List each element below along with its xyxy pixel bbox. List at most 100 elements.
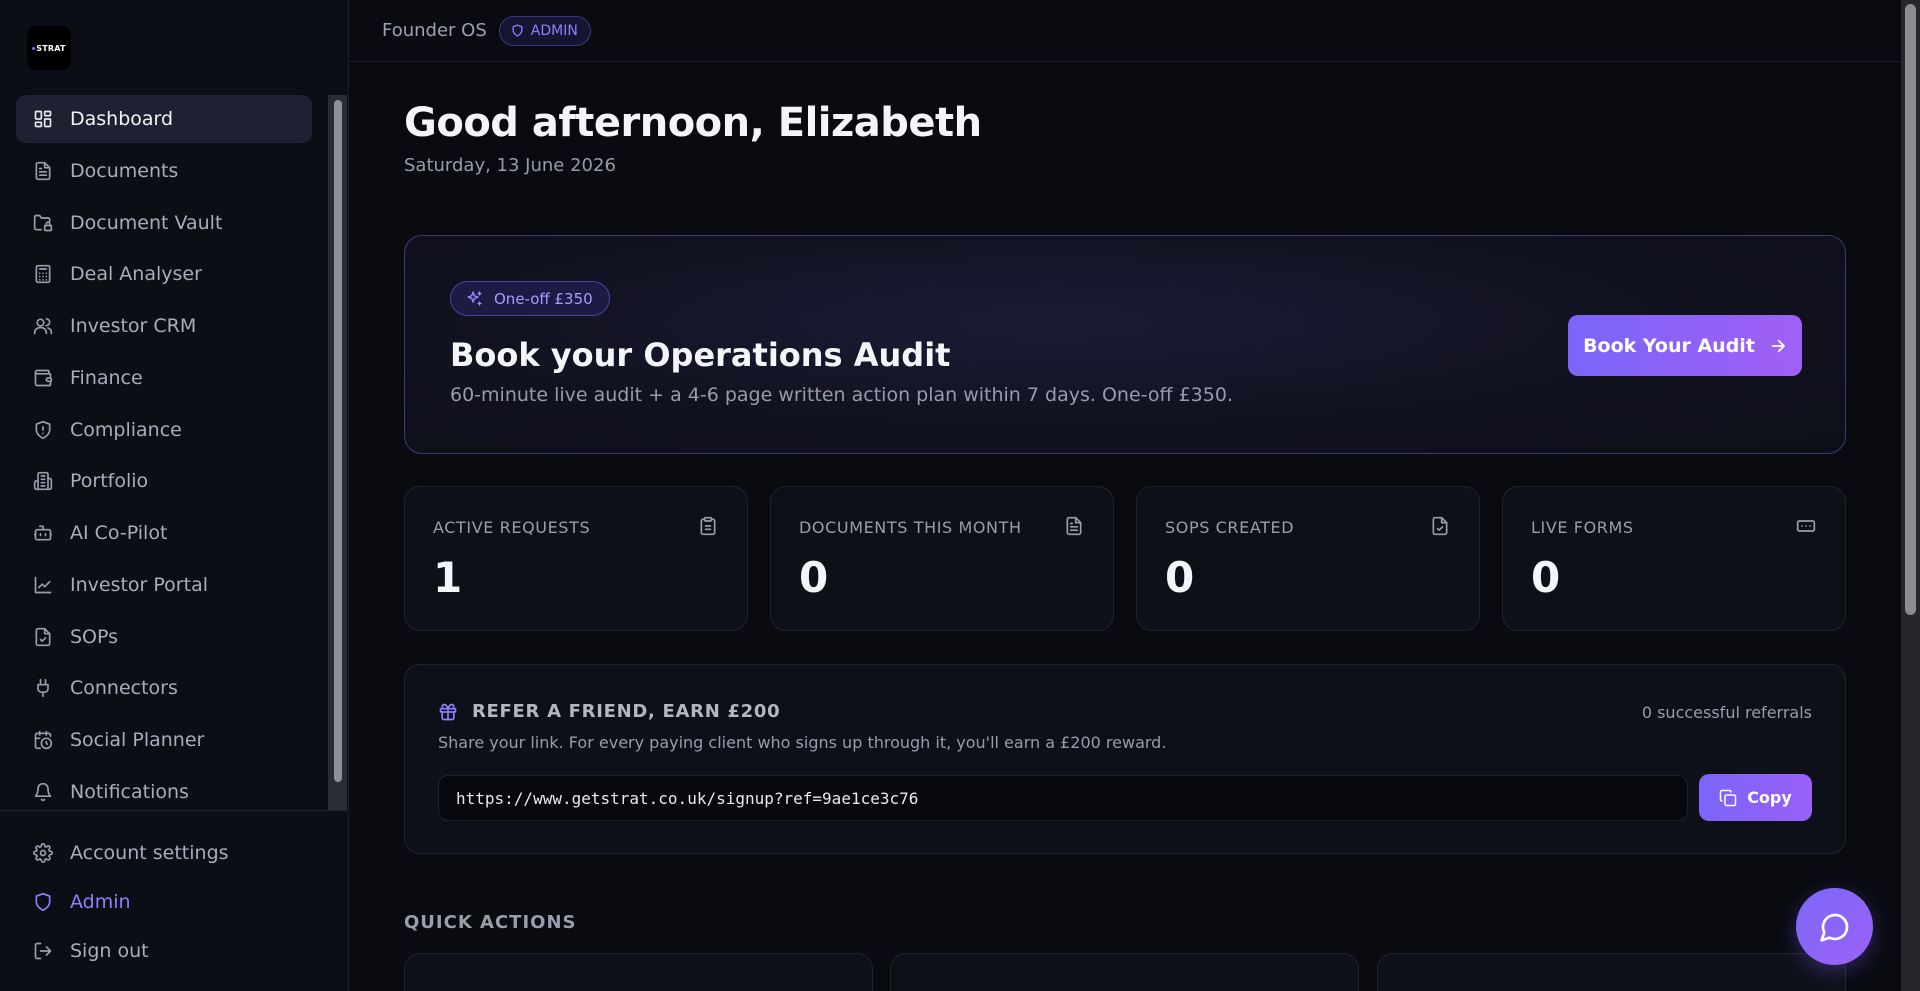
current-date: Saturday, 13 June 2026: [404, 155, 616, 176]
sidebar-item-label: Finance: [70, 366, 143, 389]
logo-dot: [32, 46, 36, 50]
document-icon: [1064, 516, 1084, 536]
sidebar-item-label: SOPs: [70, 625, 119, 648]
page-scrollbar-thumb[interactable]: [1905, 4, 1916, 615]
dashboard-icon: [33, 109, 53, 129]
plug-icon: [33, 678, 53, 698]
form-input-icon: [1796, 516, 1816, 536]
sidebar-item-deal-analyser[interactable]: Deal Analyser: [16, 250, 312, 298]
offer-badge-label: One-off £350: [494, 289, 593, 308]
sidebar-item-investor-portal[interactable]: Investor Portal: [16, 561, 312, 609]
stat-value: 1: [433, 553, 463, 602]
document-icon: [33, 161, 53, 181]
book-audit-label: Book Your Audit: [1583, 334, 1755, 357]
offer-badge: One-off £350: [450, 281, 610, 316]
sidebar-item-label: AI Co-Pilot: [70, 522, 168, 544]
sidebar-item-admin[interactable]: Admin: [16, 877, 316, 926]
stat-card-documents-this-month: DOCUMENTS THIS MONTH 0: [770, 486, 1114, 631]
sidebar-item-portfolio[interactable]: Portfolio: [16, 457, 312, 505]
shield-icon: [33, 892, 53, 912]
stat-value: 0: [799, 553, 829, 602]
sidebar-item-label: Dashboard: [70, 108, 174, 130]
quick-action-card[interactable]: [1377, 953, 1846, 991]
app-title: Founder OS: [382, 20, 487, 41]
sidebar-item-compliance[interactable]: Compliance: [16, 406, 312, 454]
referral-description: Share your link. For every paying client…: [438, 733, 1167, 752]
top-bar: Founder OS ADMIN: [349, 0, 1901, 62]
copy-link-button[interactable]: Copy: [1699, 774, 1812, 821]
calculator-icon: [33, 264, 53, 284]
stat-label: LIVE FORMS: [1531, 518, 1634, 537]
audit-description: 60-minute live audit + a 4-6 page writte…: [450, 384, 1233, 406]
sidebar-item-label: Documents: [70, 159, 179, 182]
sidebar-item-label: Deal Analyser: [70, 263, 202, 286]
gift-icon: [438, 702, 458, 722]
sidebar-item-account-settings[interactable]: Account settings: [16, 828, 316, 877]
sidebar-item-notifications[interactable]: Notifications: [16, 768, 312, 816]
referral-link-field[interactable]: https://www.getstrat.co.uk/signup?ref=9a…: [438, 775, 1688, 821]
line-chart-icon: [33, 575, 53, 595]
sparkles-icon: [466, 290, 483, 307]
stat-label: DOCUMENTS THIS MONTH: [799, 518, 1022, 537]
sidebar-item-label: Account settings: [70, 841, 229, 864]
copy-label: Copy: [1747, 788, 1792, 807]
sidebar-item-documents[interactable]: Documents: [16, 147, 312, 195]
folder-lock-icon: [33, 213, 53, 233]
referral-count: 0 successful referrals: [1641, 703, 1812, 722]
gear-icon: [33, 842, 53, 863]
role-badge-label: ADMIN: [530, 22, 578, 39]
copy-icon: [1719, 789, 1737, 807]
sidebar-item-document-vault[interactable]: Document Vault: [16, 199, 312, 247]
sidebar-item-ai-co-pilot[interactable]: AI Co-Pilot: [16, 509, 312, 557]
quick-action-card[interactable]: [404, 953, 873, 991]
sidebar-item-dashboard[interactable]: Dashboard: [16, 95, 312, 143]
sidebar-item-label: Compliance: [70, 418, 182, 441]
bot-icon: [33, 523, 53, 543]
building-icon: [33, 471, 53, 491]
referral-title: REFER A FRIEND, EARN £200: [472, 701, 781, 722]
referral-header: REFER A FRIEND, EARN £200: [438, 701, 780, 722]
users-icon: [33, 316, 53, 336]
sidebar-item-sops[interactable]: SOPs: [16, 613, 312, 661]
sidebar-scrollbar-thumb[interactable]: [334, 100, 342, 782]
stat-value: 0: [1531, 553, 1561, 602]
bell-icon: [33, 782, 53, 802]
chat-bubble-icon: [1819, 911, 1851, 943]
referral-card: REFER A FRIEND, EARN £200 0 successful r…: [404, 664, 1846, 854]
file-check-icon: [1430, 516, 1450, 536]
book-audit-button[interactable]: Book Your Audit: [1568, 315, 1802, 376]
stat-card-sops-created: SOPS CREATED 0: [1136, 486, 1480, 631]
logo-text: STRAT: [36, 43, 66, 53]
wallet-icon: [33, 368, 53, 388]
arrow-right-icon: [1769, 337, 1787, 355]
shield-icon: [511, 24, 524, 37]
chat-button[interactable]: [1796, 888, 1873, 965]
sidebar-item-sign-out[interactable]: Sign out: [16, 926, 316, 975]
sidebar: STRAT Dashboard Documents Document Vault…: [0, 0, 349, 991]
sidebar-item-label: Portfolio: [70, 470, 149, 493]
stat-card-live-forms: LIVE FORMS 0: [1502, 486, 1846, 631]
sidebar-item-finance[interactable]: Finance: [16, 354, 312, 402]
sidebar-bottom-nav: Account settings Admin Sign out: [16, 828, 316, 975]
quick-actions-heading: QUICK ACTIONS: [404, 912, 577, 933]
stat-card-active-requests: ACTIVE REQUESTS 1: [404, 486, 748, 631]
stat-label: ACTIVE REQUESTS: [433, 518, 591, 537]
sidebar-item-label: Admin: [70, 890, 131, 913]
sidebar-item-label: Investor CRM: [70, 315, 197, 337]
sidebar-nav: Dashboard Documents Document Vault Deal …: [16, 95, 312, 820]
sidebar-divider: [0, 810, 349, 811]
sidebar-item-connectors[interactable]: Connectors: [16, 664, 312, 712]
admin-role-badge: ADMIN: [498, 15, 591, 46]
calendar-clock-icon: [33, 730, 53, 750]
sidebar-item-social-planner[interactable]: Social Planner: [16, 716, 312, 764]
shield-icon: [33, 420, 53, 440]
file-check-icon: [33, 627, 53, 647]
sidebar-item-investor-crm[interactable]: Investor CRM: [16, 302, 312, 350]
stat-label: SOPS CREATED: [1165, 518, 1295, 537]
sidebar-item-label: Notifications: [70, 780, 189, 803]
clipboard-icon: [698, 516, 718, 536]
quick-action-card[interactable]: [890, 953, 1359, 991]
sidebar-item-label: Sign out: [70, 939, 149, 962]
strat-logo[interactable]: STRAT: [27, 26, 71, 70]
sidebar-item-label: Connectors: [70, 677, 178, 700]
